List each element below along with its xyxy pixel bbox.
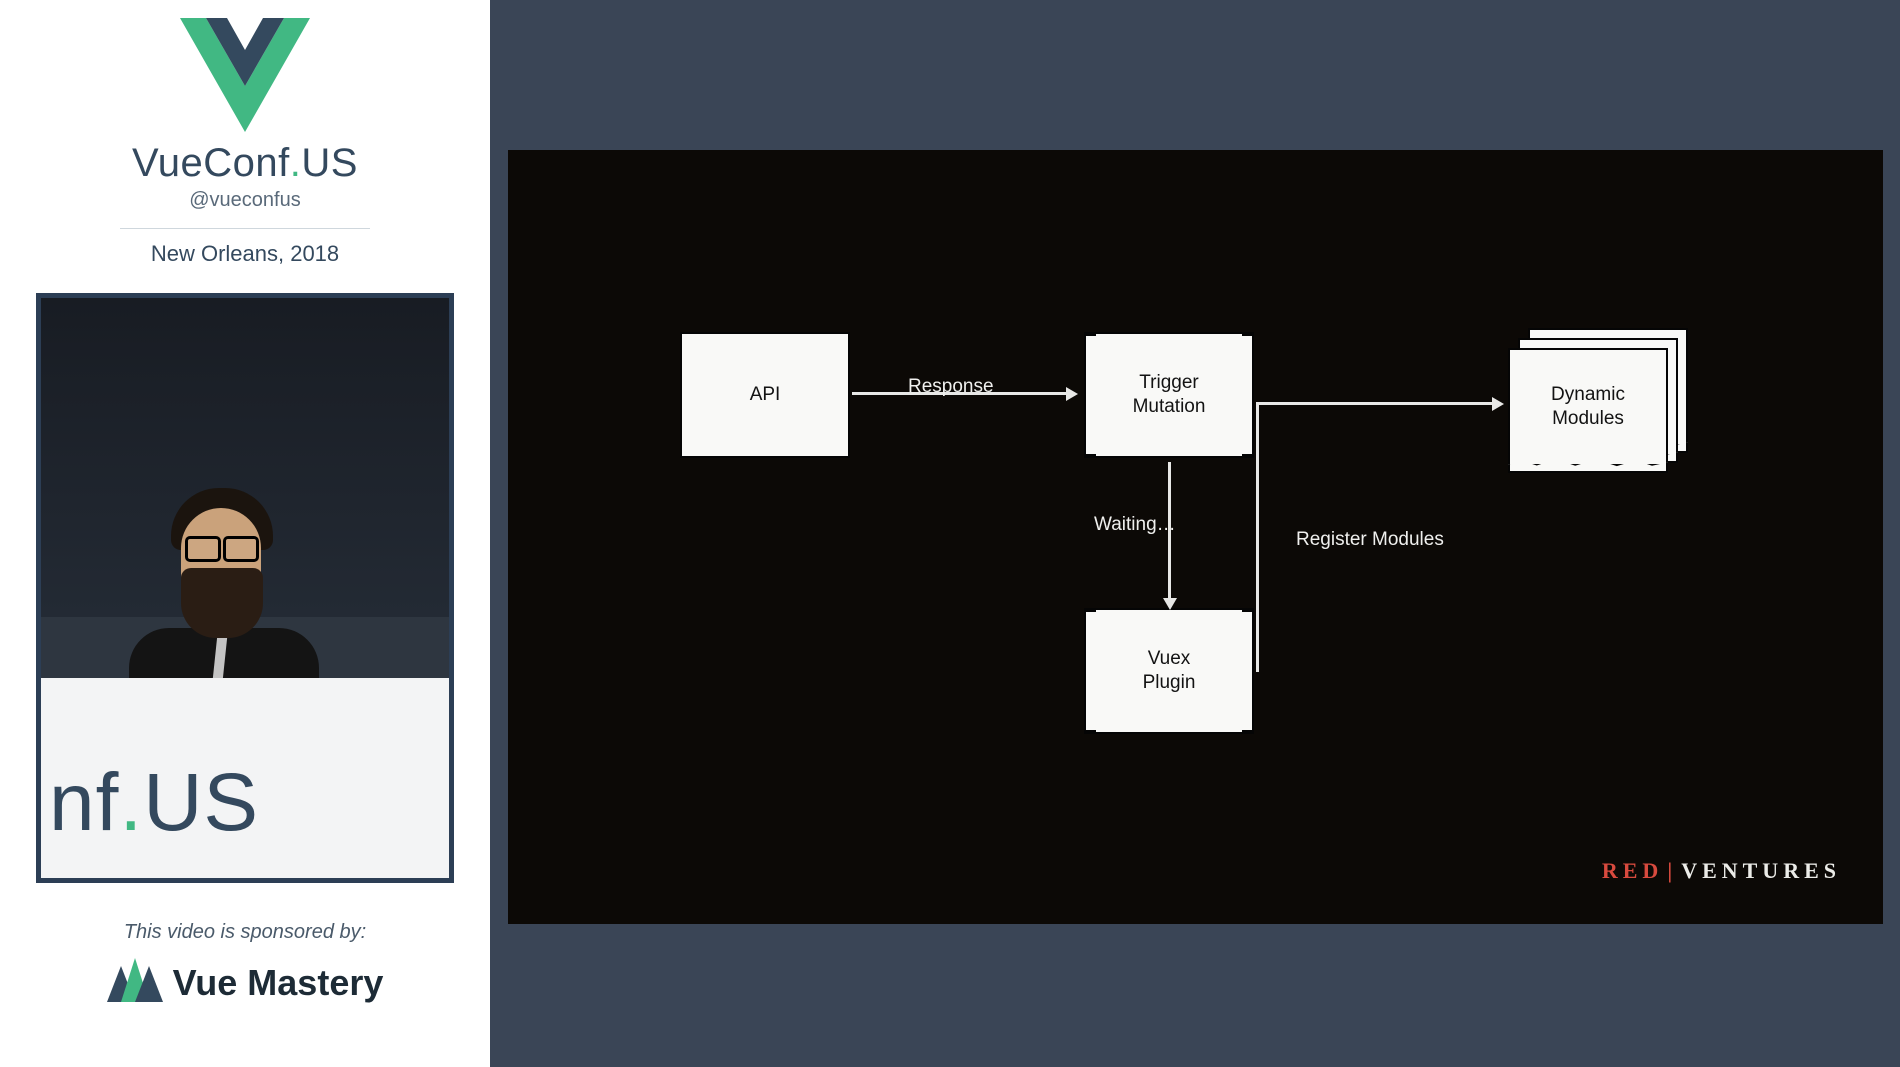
- podium-dot: .: [119, 757, 143, 848]
- sponsor-line: This video is sponsored by:: [124, 921, 366, 944]
- edge-label-waiting: Waiting…: [1094, 514, 1176, 536]
- brand-red: RED: [1602, 858, 1663, 883]
- sponsor-row: Vue Mastery: [107, 958, 384, 1007]
- diagram-node-trigger-mutation: Trigger Mutation: [1084, 332, 1254, 458]
- brand-divider-icon: |: [1667, 858, 1677, 883]
- vue-logo-icon: [180, 18, 310, 137]
- podium-text: nf.US: [49, 756, 259, 850]
- diagram-node-api: API: [680, 332, 850, 458]
- conference-location: New Orleans, 2018: [151, 241, 339, 267]
- conference-title: VueConf.US: [132, 141, 358, 186]
- podium-a: nf: [49, 757, 119, 848]
- glasses-icon: [185, 536, 259, 558]
- document-icon: Dynamic Modules: [1508, 348, 1668, 466]
- sidebar: VueConf.US @vueconfus New Orleans, 2018 …: [0, 0, 490, 1067]
- conf-name-dot: .: [290, 141, 302, 185]
- edge-label-response: Response: [908, 376, 994, 398]
- brand-rest: VENTURES: [1681, 858, 1841, 883]
- conference-handle: @vueconfus: [189, 189, 300, 212]
- sponsor-name: Vue Mastery: [173, 962, 384, 1004]
- conf-name-a: VueConf: [132, 141, 290, 185]
- speaker-video-frame: nf.US: [36, 293, 454, 883]
- vue-mastery-logo-icon: [107, 958, 163, 1007]
- divider: [120, 228, 370, 229]
- podium: nf.US: [41, 678, 449, 878]
- node-label: Dynamic Modules: [1551, 383, 1625, 431]
- podium-b: US: [143, 757, 259, 848]
- node-label: API: [750, 383, 781, 407]
- node-label: Vuex Plugin: [1143, 647, 1196, 695]
- diagram-node-dynamic-modules: Dynamic Modules: [1508, 328, 1680, 478]
- speaker-beard: [181, 568, 263, 638]
- presentation-slide: API Trigger Mutation Vuex Plugin Respons…: [508, 150, 1883, 924]
- slide-footer-brand: RED|VENTURES: [1602, 858, 1841, 884]
- node-label: Trigger Mutation: [1133, 371, 1206, 419]
- main: API Trigger Mutation Vuex Plugin Respons…: [490, 0, 1900, 1067]
- conf-name-b: US: [301, 141, 358, 185]
- edge-label-register: Register Modules: [1296, 529, 1444, 551]
- diagram-node-vuex-plugin: Vuex Plugin: [1084, 608, 1254, 734]
